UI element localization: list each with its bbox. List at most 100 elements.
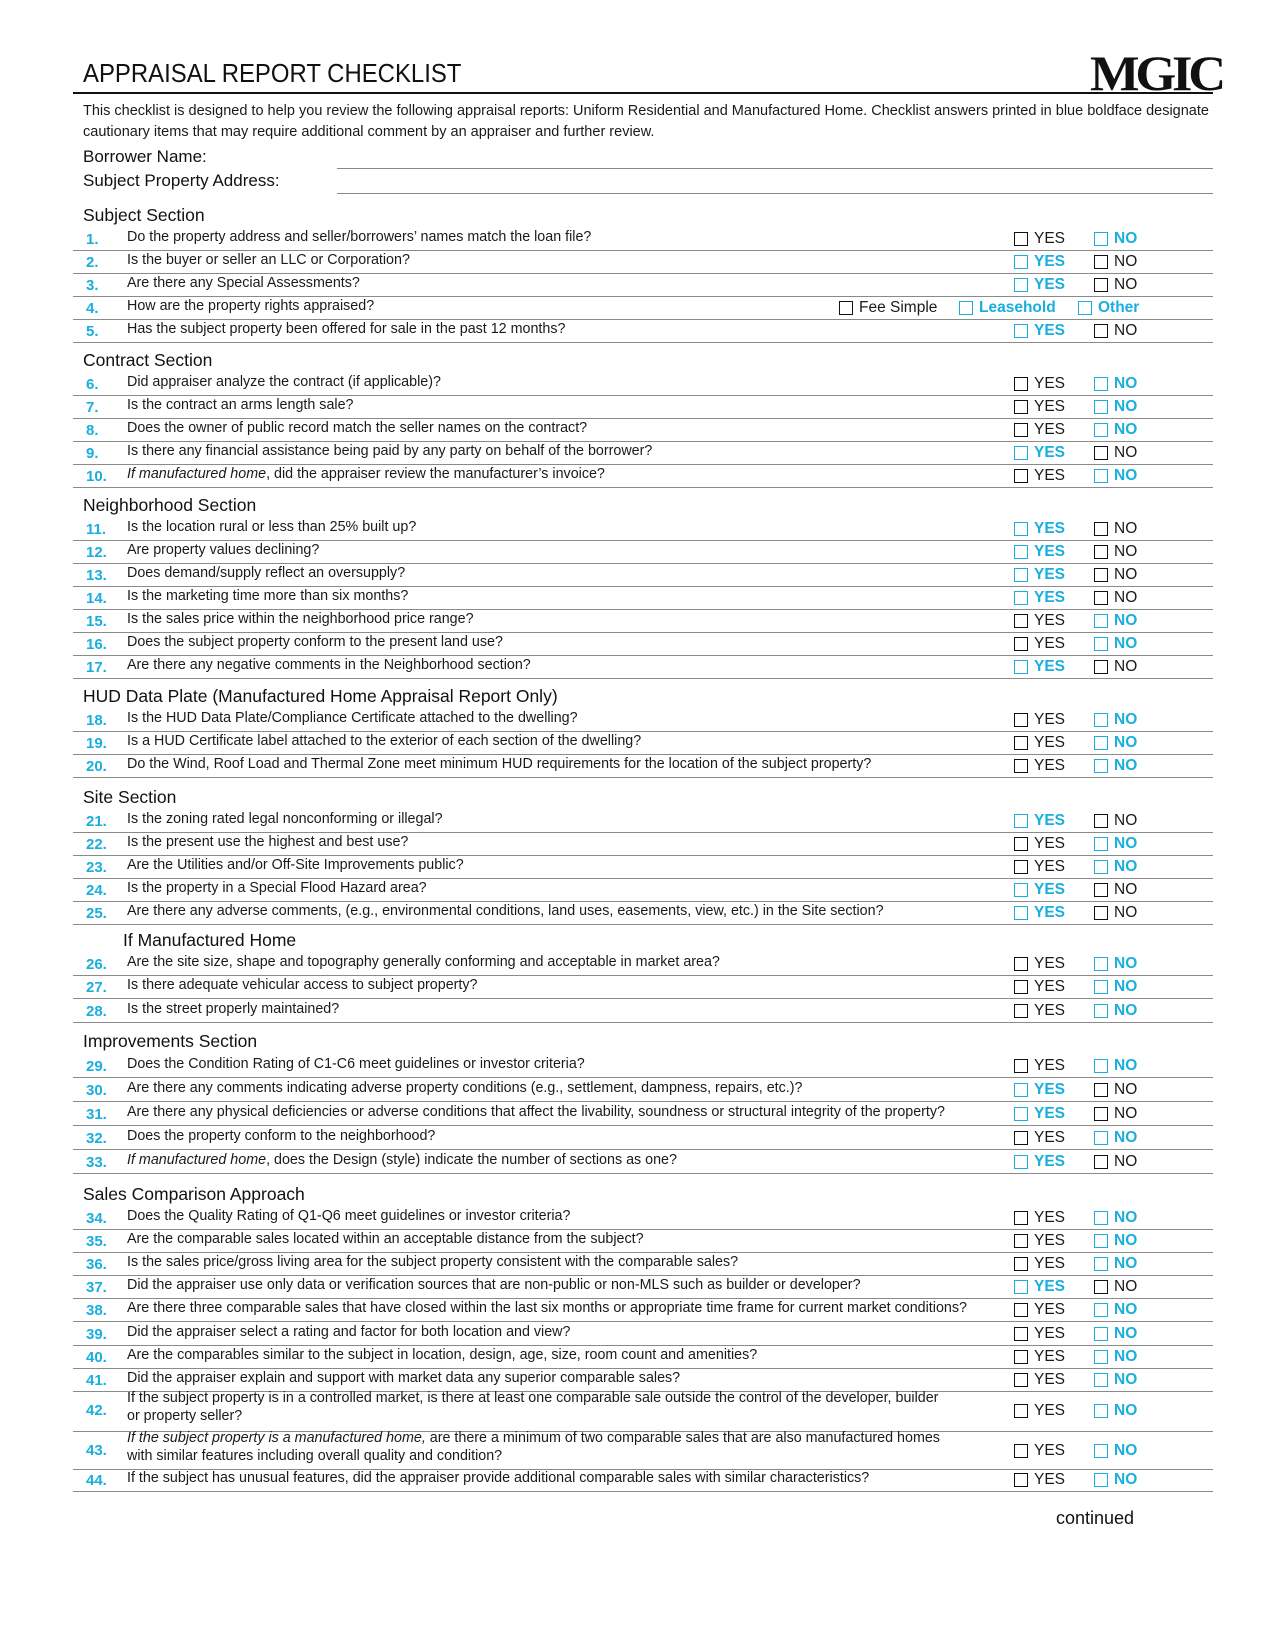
checkbox-icon[interactable]	[1014, 713, 1028, 727]
checkbox-icon[interactable]	[1094, 883, 1108, 897]
yes-checkbox[interactable]: YES	[1014, 566, 1065, 584]
checkbox-icon[interactable]	[1014, 469, 1028, 483]
no-checkbox[interactable]: NO	[1094, 858, 1137, 876]
no-checkbox[interactable]: NO	[1094, 1153, 1137, 1171]
checkbox-icon[interactable]	[1014, 980, 1028, 994]
yes-checkbox[interactable]: YES	[1014, 421, 1065, 439]
no-checkbox[interactable]: NO	[1094, 1105, 1137, 1123]
yes-checkbox[interactable]: YES	[1014, 1002, 1065, 1020]
checkbox-icon[interactable]	[1094, 1280, 1108, 1294]
no-checkbox[interactable]: NO	[1094, 421, 1137, 439]
option-leasehold-checkbox[interactable]: Leasehold	[959, 299, 1056, 317]
no-checkbox[interactable]: NO	[1094, 1209, 1137, 1227]
no-checkbox[interactable]: NO	[1094, 322, 1137, 340]
checkbox-icon[interactable]	[1014, 614, 1028, 628]
no-checkbox[interactable]: NO	[1094, 734, 1137, 752]
checkbox-icon[interactable]	[1094, 713, 1108, 727]
no-checkbox[interactable]: NO	[1094, 881, 1137, 899]
yes-checkbox[interactable]: YES	[1014, 1402, 1065, 1420]
no-checkbox[interactable]: NO	[1094, 812, 1137, 830]
checkbox-icon[interactable]	[1014, 637, 1028, 651]
yes-checkbox[interactable]: YES	[1014, 711, 1065, 729]
checkbox-icon[interactable]	[1094, 568, 1108, 582]
checkbox-icon[interactable]	[1094, 1059, 1108, 1073]
yes-checkbox[interactable]: YES	[1014, 398, 1065, 416]
yes-checkbox[interactable]: YES	[1014, 955, 1065, 973]
checkbox-icon[interactable]	[1094, 660, 1108, 674]
checkbox-icon[interactable]	[1014, 759, 1028, 773]
yes-checkbox[interactable]: YES	[1014, 612, 1065, 630]
checkbox-icon[interactable]	[1094, 1211, 1108, 1225]
yes-checkbox[interactable]: YES	[1014, 1471, 1065, 1489]
checkbox-icon[interactable]	[1094, 1155, 1108, 1169]
no-checkbox[interactable]: NO	[1094, 1057, 1137, 1075]
property-address-field[interactable]	[337, 193, 1213, 194]
checkbox-icon[interactable]	[1094, 1327, 1108, 1341]
checkbox-icon[interactable]	[1014, 660, 1028, 674]
checkbox-icon[interactable]	[1094, 957, 1108, 971]
no-checkbox[interactable]: NO	[1094, 1278, 1137, 1296]
checkbox-icon[interactable]	[1014, 1373, 1028, 1387]
checkbox-icon[interactable]	[1094, 1444, 1108, 1458]
yes-checkbox[interactable]: YES	[1014, 1442, 1065, 1460]
yes-checkbox[interactable]: YES	[1014, 635, 1065, 653]
checkbox-icon[interactable]	[1094, 814, 1108, 828]
checkbox-icon[interactable]	[1014, 522, 1028, 536]
no-checkbox[interactable]: NO	[1094, 1348, 1137, 1366]
checkbox-icon[interactable]	[1094, 1131, 1108, 1145]
yes-checkbox[interactable]: YES	[1014, 467, 1065, 485]
yes-checkbox[interactable]: YES	[1014, 375, 1065, 393]
checkbox-icon[interactable]	[1094, 736, 1108, 750]
no-checkbox[interactable]: NO	[1094, 1129, 1137, 1147]
yes-checkbox[interactable]: YES	[1014, 1325, 1065, 1343]
no-checkbox[interactable]: NO	[1094, 1402, 1137, 1420]
checkbox-icon[interactable]	[1014, 837, 1028, 851]
yes-checkbox[interactable]: YES	[1014, 881, 1065, 899]
checkbox-icon[interactable]	[1094, 614, 1108, 628]
yes-checkbox[interactable]: YES	[1014, 757, 1065, 775]
checkbox-icon[interactable]	[1094, 232, 1108, 246]
checkbox-icon[interactable]	[1014, 883, 1028, 897]
checkbox-icon[interactable]	[1014, 255, 1028, 269]
no-checkbox[interactable]: NO	[1094, 1471, 1137, 1489]
no-checkbox[interactable]: NO	[1094, 589, 1137, 607]
no-checkbox[interactable]: NO	[1094, 276, 1137, 294]
yes-checkbox[interactable]: YES	[1014, 543, 1065, 561]
checkbox-icon[interactable]	[1014, 568, 1028, 582]
no-checkbox[interactable]: NO	[1094, 658, 1137, 676]
yes-checkbox[interactable]: YES	[1014, 658, 1065, 676]
yes-checkbox[interactable]: YES	[1014, 812, 1065, 830]
checkbox-icon[interactable]	[1014, 377, 1028, 391]
checkbox-icon[interactable]	[1094, 255, 1108, 269]
checkbox-icon[interactable]	[1014, 1059, 1028, 1073]
checkbox-icon[interactable]	[1094, 1373, 1108, 1387]
no-checkbox[interactable]: NO	[1094, 520, 1137, 538]
no-checkbox[interactable]: NO	[1094, 444, 1137, 462]
yes-checkbox[interactable]: YES	[1014, 589, 1065, 607]
no-checkbox[interactable]: NO	[1094, 543, 1137, 561]
checkbox-icon[interactable]	[959, 301, 973, 315]
yes-checkbox[interactable]: YES	[1014, 253, 1065, 271]
checkbox-icon[interactable]	[1094, 1004, 1108, 1018]
checkbox-icon[interactable]	[1014, 1155, 1028, 1169]
yes-checkbox[interactable]: YES	[1014, 1371, 1065, 1389]
checkbox-icon[interactable]	[1094, 1473, 1108, 1487]
checkbox-icon[interactable]	[1094, 906, 1108, 920]
checkbox-icon[interactable]	[1014, 906, 1028, 920]
yes-checkbox[interactable]: YES	[1014, 1153, 1065, 1171]
yes-checkbox[interactable]: YES	[1014, 276, 1065, 294]
checkbox-icon[interactable]	[1014, 860, 1028, 874]
yes-checkbox[interactable]: YES	[1014, 444, 1065, 462]
no-checkbox[interactable]: NO	[1094, 1301, 1137, 1319]
checkbox-icon[interactable]	[1014, 1004, 1028, 1018]
yes-checkbox[interactable]: YES	[1014, 978, 1065, 996]
checkbox-icon[interactable]	[1014, 1234, 1028, 1248]
checkbox-icon[interactable]	[1014, 400, 1028, 414]
no-checkbox[interactable]: NO	[1094, 1232, 1137, 1250]
yes-checkbox[interactable]: YES	[1014, 1209, 1065, 1227]
checkbox-icon[interactable]	[1094, 1303, 1108, 1317]
no-checkbox[interactable]: NO	[1094, 1002, 1137, 1020]
no-checkbox[interactable]: NO	[1094, 757, 1137, 775]
checkbox-icon[interactable]	[1014, 324, 1028, 338]
no-checkbox[interactable]: NO	[1094, 1081, 1137, 1099]
